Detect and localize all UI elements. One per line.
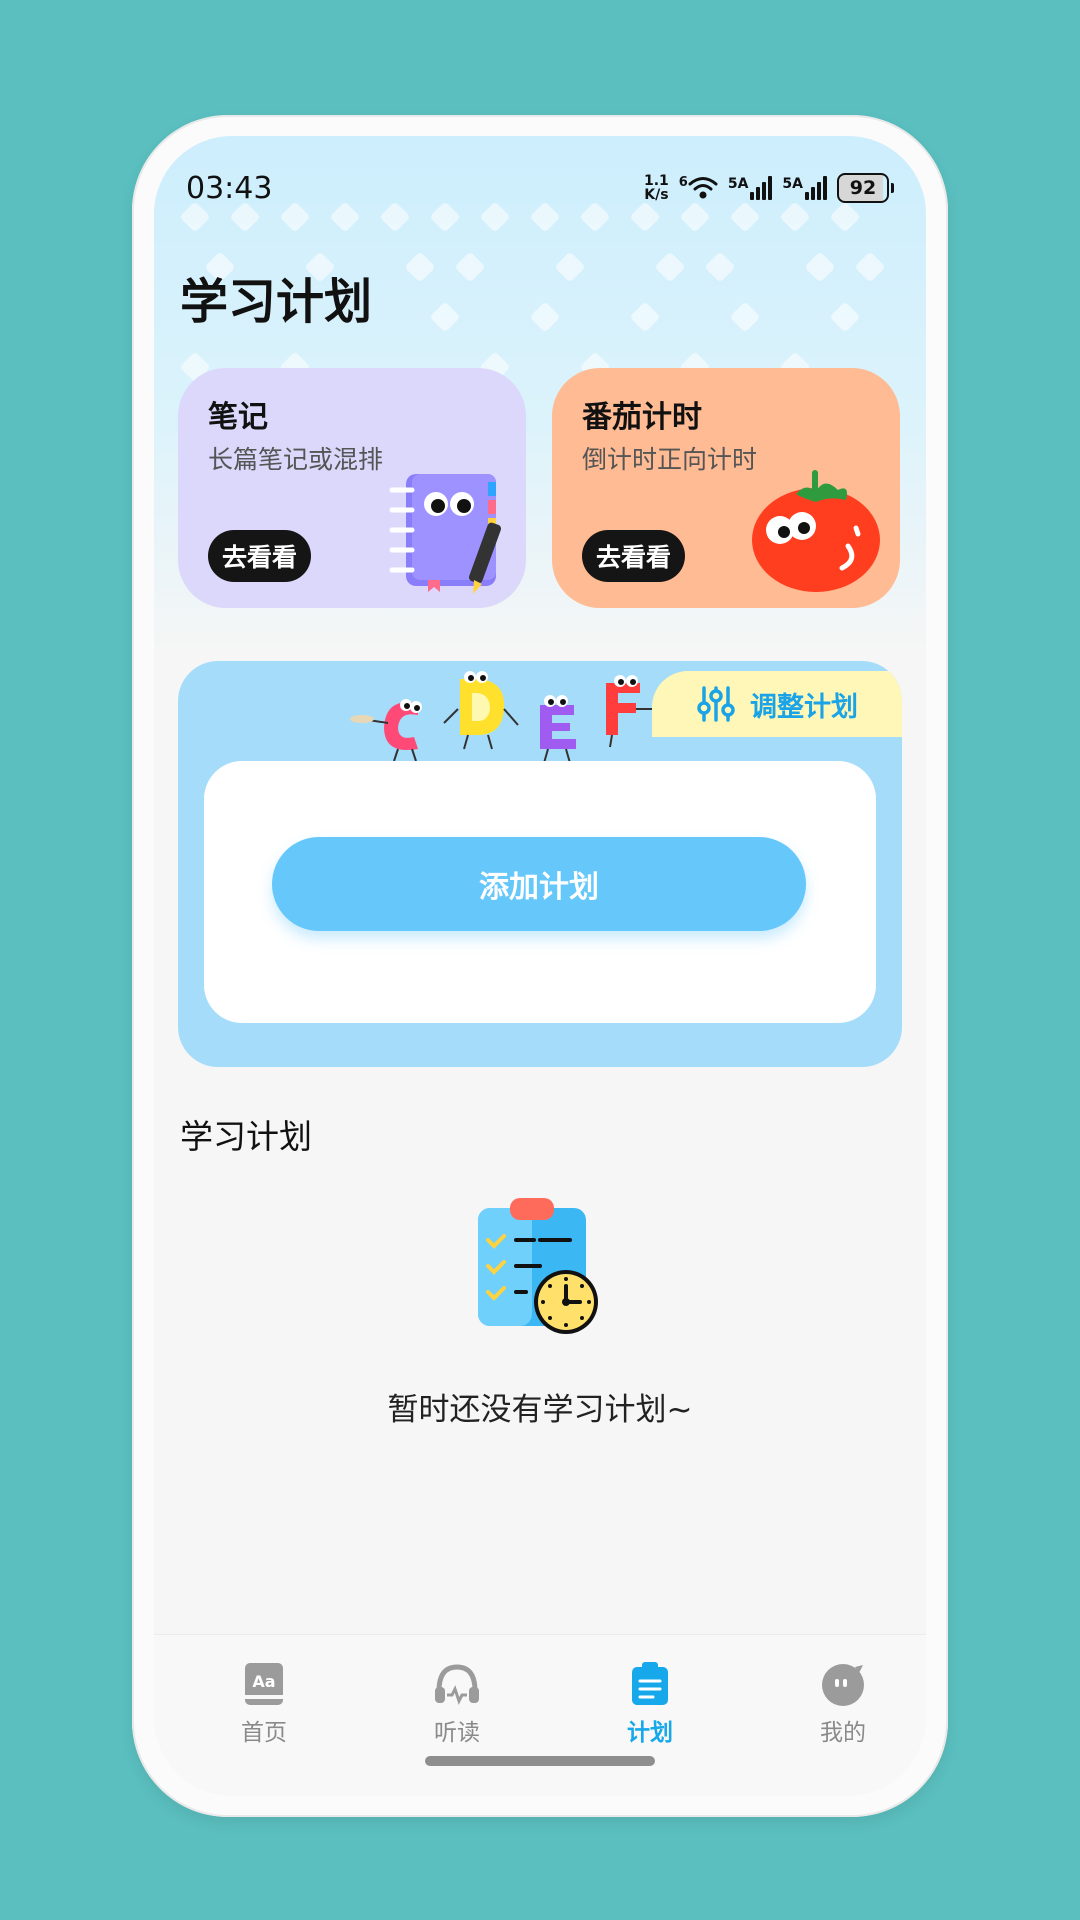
app-screen: 03:43 1.1 K/s 6 5A 5A 92 学习计划 笔记 长篇笔记或混排… bbox=[154, 136, 926, 1796]
tomato-card-title: 番茄计时 bbox=[582, 400, 702, 435]
plan-inner-panel: 添加计划 bbox=[204, 761, 876, 1023]
tab-label: 我的 bbox=[820, 1720, 866, 1746]
tomato-card-subtitle: 倒计时正向计时 bbox=[582, 445, 758, 474]
letter-d-character bbox=[443, 671, 519, 750]
home-indicator[interactable] bbox=[425, 1756, 655, 1766]
letter-c-character bbox=[350, 699, 422, 762]
notes-card[interactable]: 笔记 长篇笔记或混排 去看看 bbox=[178, 368, 526, 608]
tab-plan[interactable]: 计划 bbox=[580, 1661, 720, 1751]
status-bar: 03:43 1.1 K/s 6 5A 5A 92 bbox=[186, 166, 894, 210]
tab-label: 听读 bbox=[434, 1720, 480, 1746]
net-speed: 1.1 K/s bbox=[644, 174, 669, 202]
sliders-icon bbox=[697, 686, 735, 722]
profile-face-icon bbox=[822, 1664, 864, 1706]
notes-card-title: 笔记 bbox=[208, 400, 268, 435]
headphones-icon bbox=[435, 1664, 479, 1705]
signal-sim1-icon: 5A bbox=[728, 176, 773, 200]
svg-text:Aa: Aa bbox=[252, 1672, 275, 1691]
net-speed-unit: K/s bbox=[644, 187, 669, 203]
letter-f-character bbox=[606, 675, 652, 748]
status-time: 03:43 bbox=[186, 170, 273, 206]
empty-state-text: 暂时还没有学习计划~ bbox=[387, 1392, 693, 1428]
tab-label: 首页 bbox=[241, 1720, 287, 1746]
add-plan-button[interactable]: 添加计划 bbox=[272, 837, 806, 931]
page-title: 学习计划 bbox=[180, 274, 373, 330]
tab-listen[interactable]: 听读 bbox=[387, 1661, 527, 1751]
tomato-timer-card[interactable]: 番茄计时 倒计时正向计时 去看看 bbox=[552, 368, 900, 608]
status-icons: 1.1 K/s 6 5A 5A 92 bbox=[644, 173, 894, 203]
tomato-go-button[interactable]: 去看看 bbox=[582, 530, 686, 582]
tomato-illustration-icon bbox=[752, 470, 880, 592]
net-speed-value: 1.1 bbox=[643, 173, 669, 189]
notes-card-subtitle: 长篇笔记或混排 bbox=[208, 445, 384, 474]
dictionary-icon: Aa bbox=[245, 1663, 283, 1705]
battery-icon: 92 bbox=[837, 173, 894, 203]
battery-level: 92 bbox=[837, 173, 889, 203]
signal-sim2-icon: 5A bbox=[782, 176, 827, 200]
bottom-tab-bar: Aa 首页 听读 计划 我的 bbox=[154, 1634, 926, 1796]
clipboard-clock-illustration-icon bbox=[478, 1198, 598, 1334]
alphabet-characters-illustration bbox=[350, 671, 652, 764]
letter-e-character bbox=[540, 695, 576, 764]
wifi-icon: 6 bbox=[679, 175, 718, 201]
notes-go-button[interactable]: 去看看 bbox=[208, 530, 312, 582]
notebook-illustration-icon bbox=[389, 474, 502, 594]
clipboard-icon bbox=[632, 1662, 668, 1705]
section-title: 学习计划 bbox=[180, 1117, 312, 1156]
plan-card: 调整计划 添加计划 bbox=[178, 661, 902, 1067]
tab-mine[interactable]: 我的 bbox=[773, 1661, 913, 1751]
adjust-plan-label: 调整计划 bbox=[750, 691, 858, 723]
tab-label: 计划 bbox=[627, 1720, 673, 1746]
adjust-plan-button[interactable]: 调整计划 bbox=[652, 671, 902, 737]
tab-home[interactable]: Aa 首页 bbox=[194, 1661, 334, 1751]
